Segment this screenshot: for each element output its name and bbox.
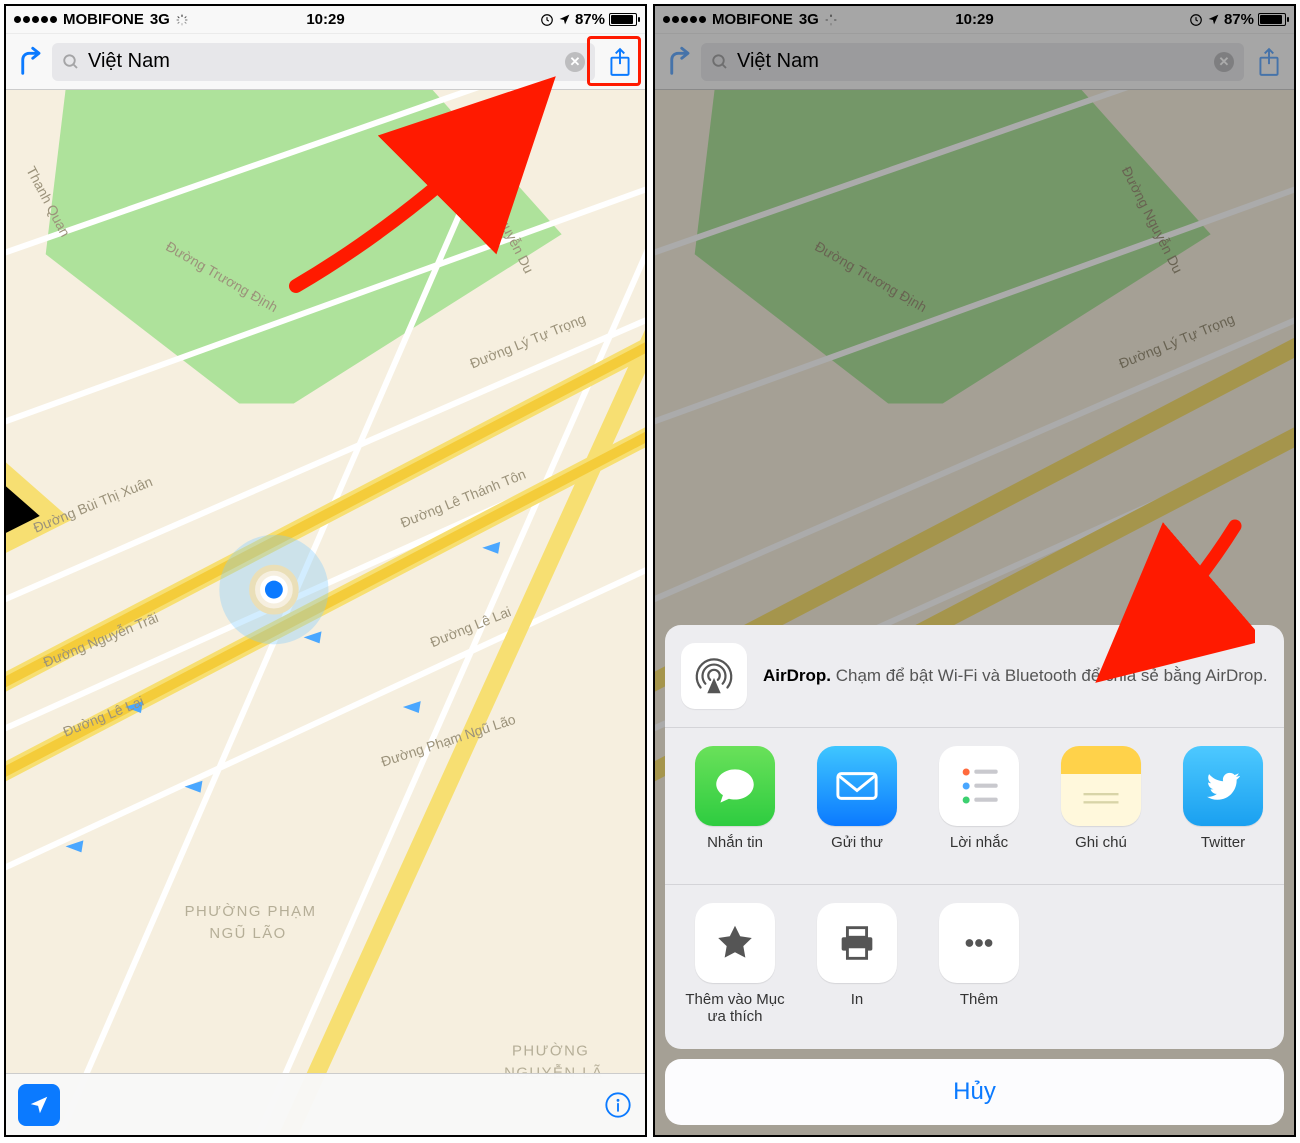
map-canvas[interactable]: Đường Trương Định Đường Nguyễn Du Đường … bbox=[6, 90, 645, 1135]
share-app-messages[interactable]: Nhắn tin bbox=[683, 746, 787, 870]
bottom-toolbar bbox=[6, 1073, 645, 1135]
share-apps-row[interactable]: Nhắn tin Gửi thư bbox=[665, 728, 1284, 884]
svg-text:PHƯỜNG PHẠM: PHƯỜNG PHẠM bbox=[185, 903, 317, 920]
share-app-mail[interactable]: Gửi thư bbox=[805, 746, 909, 870]
share-app-twitter[interactable]: Twitter bbox=[1171, 746, 1275, 870]
share-button[interactable] bbox=[603, 45, 637, 79]
airdrop-icon bbox=[681, 643, 747, 709]
info-button[interactable] bbox=[603, 1090, 633, 1120]
action-print[interactable]: In bbox=[805, 903, 909, 1027]
star-icon bbox=[695, 903, 775, 983]
share-actions-row[interactable]: Thêm vào Mục ưa thích In Thêm bbox=[665, 885, 1284, 1049]
carrier-label: MOBIFONE bbox=[63, 11, 144, 28]
reminders-icon bbox=[939, 746, 1019, 826]
more-icon bbox=[939, 903, 1019, 983]
share-sheet: AirDrop. Chạm để bật Wi-Fi và Bluetooth … bbox=[665, 625, 1284, 1125]
status-bar: MOBIFONE 3G 10:29 87% bbox=[6, 6, 645, 34]
directions-icon[interactable] bbox=[14, 45, 44, 79]
search-icon bbox=[62, 53, 80, 71]
airdrop-row[interactable]: AirDrop. Chạm để bật Wi-Fi và Bluetooth … bbox=[665, 625, 1284, 727]
printer-icon bbox=[817, 903, 897, 983]
phone-left: MOBIFONE 3G 10:29 87% Việt Nam ✕ bbox=[4, 4, 647, 1137]
search-value: Việt Nam bbox=[88, 50, 557, 73]
clear-search-icon[interactable]: ✕ bbox=[565, 52, 585, 72]
twitter-icon bbox=[1183, 746, 1263, 826]
share-app-notes[interactable]: Ghi chú bbox=[1049, 746, 1153, 870]
mail-icon bbox=[817, 746, 897, 826]
search-field[interactable]: Việt Nam ✕ bbox=[52, 43, 595, 81]
airdrop-text: AirDrop. Chạm để bật Wi-Fi và Bluetooth … bbox=[763, 665, 1268, 688]
network-label: 3G bbox=[150, 11, 170, 28]
notes-icon bbox=[1061, 746, 1141, 826]
svg-text:NGŨ LÃO: NGŨ LÃO bbox=[209, 925, 286, 942]
clock-label: 10:29 bbox=[306, 11, 344, 28]
signal-dots-icon bbox=[14, 16, 57, 23]
locate-me-button[interactable] bbox=[18, 1084, 60, 1126]
cancel-button[interactable]: Hủy bbox=[665, 1059, 1284, 1125]
orientation-lock-icon bbox=[540, 13, 554, 27]
share-app-reminders[interactable]: Lời nhắc bbox=[927, 746, 1031, 870]
battery-icon bbox=[609, 13, 637, 26]
nav-bar: Việt Nam ✕ bbox=[6, 34, 645, 90]
action-more[interactable]: Thêm bbox=[927, 903, 1031, 1027]
svg-text:PHƯỜNG: PHƯỜNG bbox=[512, 1042, 589, 1059]
loading-spinner-icon bbox=[176, 14, 188, 26]
battery-pct-label: 87% bbox=[575, 11, 605, 28]
phone-right: MOBIFONE 3G 10:29 87% Việt Nam ✕ bbox=[653, 4, 1296, 1137]
action-add-favorite[interactable]: Thêm vào Mục ưa thích bbox=[683, 903, 787, 1027]
messages-icon bbox=[695, 746, 775, 826]
location-arrow-icon bbox=[558, 13, 571, 26]
